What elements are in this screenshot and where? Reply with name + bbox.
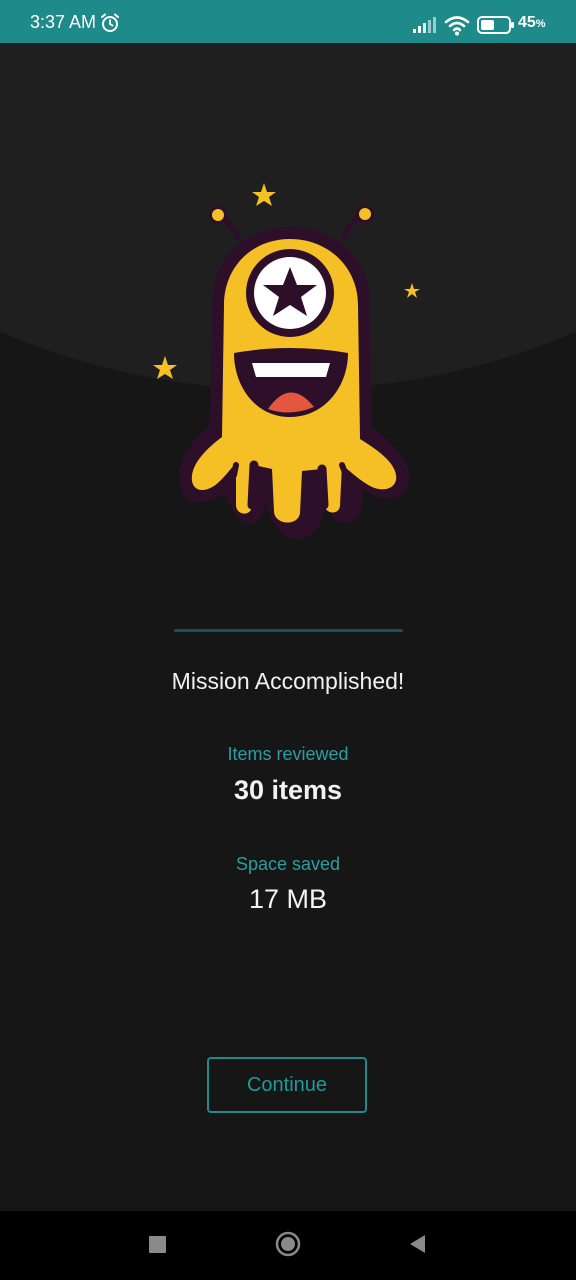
signal-icon [413,17,436,33]
alien-mascot-illustration [153,183,420,539]
navigation-bar [0,1211,576,1280]
star-sparkle [404,283,420,298]
continue-button[interactable]: Continue [207,1057,367,1113]
app-screen: 3:37 AM 45% Mission Accomplished! Items … [0,0,576,1280]
items-reviewed-value: 30 items [233,775,343,805]
result-title: Mission Accomplished! [171,668,405,694]
star-sparkle [153,356,177,379]
star-sparkle [252,183,276,206]
items-reviewed-label: Items reviewed [227,744,349,764]
space-saved-label: Space saved [235,854,341,874]
recent-apps-icon[interactable] [149,1236,166,1253]
home-icon[interactable] [275,1231,301,1257]
space-saved-value: 17 MB [248,884,328,914]
alarm-icon [101,13,119,32]
status-bar: 3:37 AM 45% [0,0,576,43]
back-icon[interactable] [407,1233,427,1255]
battery-percent: 45% [518,14,546,31]
divider-line [174,629,403,632]
battery-icon [477,16,514,34]
wifi-icon [444,16,470,36]
status-time: 3:37 AM [30,12,97,32]
